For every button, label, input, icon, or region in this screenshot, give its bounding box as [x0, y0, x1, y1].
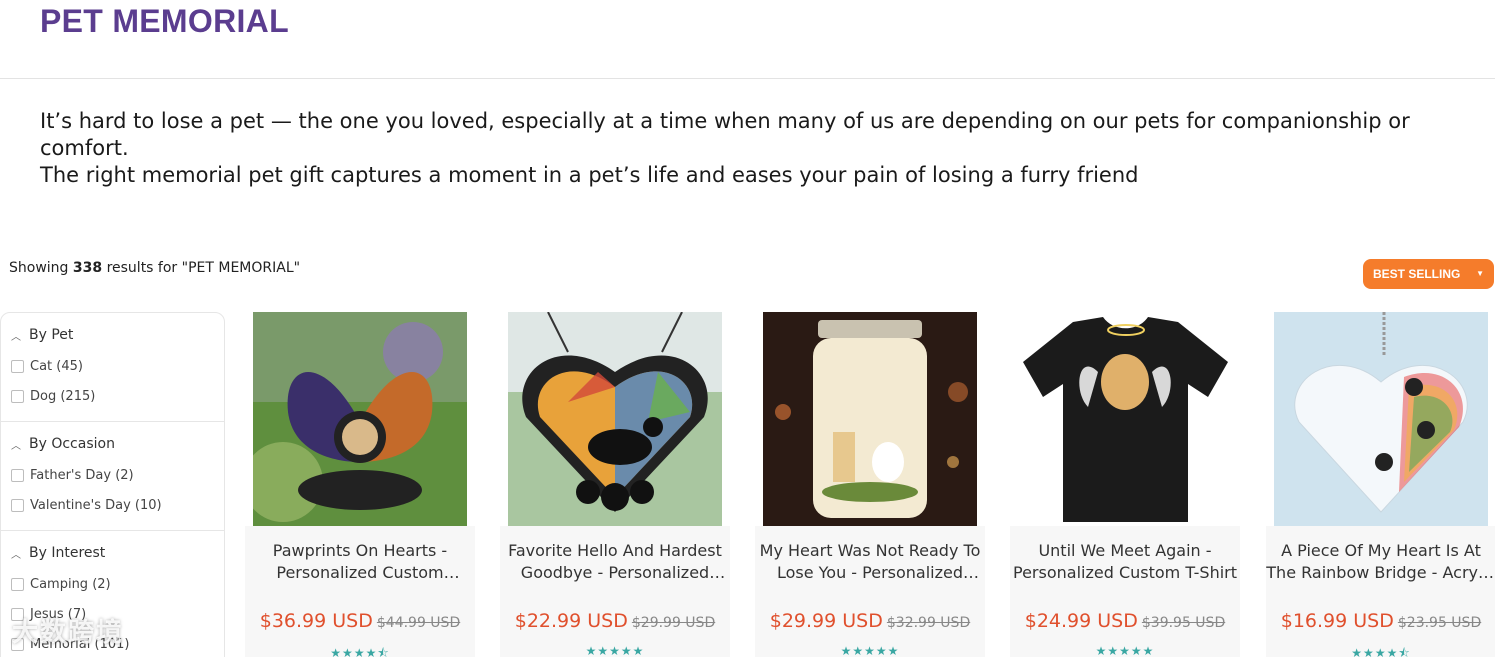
product-image[interactable]	[1274, 312, 1488, 526]
compare-price: $23.95 USD	[1397, 615, 1482, 631]
sale-price: $24.99 USD	[1024, 610, 1138, 632]
product-prices: $24.99 USD $39.95 USD	[1010, 610, 1240, 632]
product-card[interactable]: My Heart Was Not Ready To Lose You - Per…	[755, 312, 985, 657]
product-info: Favorite Hello And Hardest Goodbye - Per…	[500, 526, 730, 657]
page-title: PET MEMORIAL	[40, 3, 289, 39]
option-label: Camping (2)	[30, 576, 111, 592]
facet-header[interactable]: ︿ By Interest	[1, 545, 224, 561]
facet-header[interactable]: ︿ By Occasion	[1, 436, 224, 452]
facet-header[interactable]: ︿ By Pet	[1, 327, 224, 343]
product-info: A Piece Of My Heart Is At The Rainbow Br…	[1266, 526, 1495, 657]
chevron-up-icon: ︿	[11, 331, 21, 343]
header-divider	[0, 78, 1495, 79]
sort-label: BEST SELLING	[1373, 267, 1461, 281]
facet-by-occasion: ︿ By Occasion Father's Day (2) Valentine…	[1, 422, 224, 531]
product-info: Until We Meet Again - Personalized Custo…	[1010, 526, 1240, 657]
product-image[interactable]	[1018, 312, 1232, 526]
product-title[interactable]: A Piece Of My Heart Is At The Rainbow Br…	[1266, 540, 1495, 584]
product-title[interactable]: Favorite Hello And Hardest Goodbye - Per…	[500, 540, 730, 584]
checkbox[interactable]	[11, 389, 24, 403]
option-label: Dog (215)	[30, 388, 96, 404]
product-prices: $22.99 USD $29.99 USD	[500, 610, 730, 632]
filter-option-dog[interactable]: Dog (215)	[1, 381, 224, 411]
filter-option-camping[interactable]: Camping (2)	[1, 569, 224, 599]
checkbox[interactable]	[11, 577, 24, 591]
sale-price: $22.99 USD	[514, 610, 628, 632]
product-info: Pawprints On Hearts - Personalized Custo…	[245, 526, 475, 657]
intro-line-2: The right memorial pet gift captures a m…	[40, 163, 1139, 187]
facet-label: By Interest	[29, 545, 106, 561]
product-prices: $16.99 USD $23.95 USD	[1266, 610, 1495, 632]
star-rating: ★★★★★	[840, 644, 900, 657]
star-rating: ★★★★★	[1095, 644, 1155, 657]
option-label: Valentine's Day (10)	[30, 497, 162, 513]
chevron-up-icon: ︿	[11, 440, 21, 452]
checkbox[interactable]	[11, 498, 24, 512]
product-title[interactable]: Pawprints On Hearts - Personalized Custo…	[245, 540, 475, 584]
product-title[interactable]: My Heart Was Not Ready To Lose You - Per…	[755, 540, 985, 584]
results-number: 338	[72, 260, 103, 276]
chevron-up-icon: ︿	[11, 549, 21, 561]
product-image[interactable]	[253, 312, 467, 526]
intro-line-1: It’s hard to lose a pet — the one you lo…	[40, 109, 1410, 160]
sale-price: $16.99 USD	[1280, 610, 1394, 632]
product-card[interactable]: A Piece Of My Heart Is At The Rainbow Br…	[1266, 312, 1495, 657]
facet-by-pet: ︿ By Pet Cat (45) Dog (215)	[1, 313, 224, 422]
product-image[interactable]	[763, 312, 977, 526]
filter-option-cat[interactable]: Cat (45)	[1, 351, 224, 381]
product-card[interactable]: Until We Meet Again - Personalized Custo…	[1010, 312, 1240, 657]
product-card[interactable]: Pawprints On Hearts - Personalized Custo…	[245, 312, 475, 657]
filter-sidebar: ︿ By Pet Cat (45) Dog (215) ︿ By Occasio…	[0, 312, 225, 657]
compare-price: $39.95 USD	[1141, 615, 1226, 631]
facet-label: By Occasion	[29, 436, 115, 452]
results-suffix: results for "PET MEMORIAL"	[106, 260, 301, 276]
product-info: My Heart Was Not Ready To Lose You - Per…	[755, 526, 985, 657]
facet-label: By Pet	[29, 327, 74, 343]
product-prices: $36.99 USD $44.99 USD	[245, 610, 475, 632]
product-title[interactable]: Until We Meet Again - Personalized Custo…	[1010, 540, 1240, 584]
star-rating: ★★★★⯪	[1351, 646, 1411, 657]
results-count: Showing 338 results for "PET MEMORIAL"	[9, 260, 300, 276]
product-prices: $29.99 USD $32.99 USD	[755, 610, 985, 632]
sale-price: $36.99 USD	[259, 610, 373, 632]
sort-dropdown[interactable]: BEST SELLING ▼	[1363, 259, 1494, 289]
intro-text: It’s hard to lose a pet — the one you lo…	[40, 108, 1470, 189]
compare-price: $32.99 USD	[886, 615, 971, 631]
filter-option-fathers-day[interactable]: Father's Day (2)	[1, 460, 224, 490]
checkbox[interactable]	[11, 359, 24, 373]
product-card[interactable]: Favorite Hello And Hardest Goodbye - Per…	[500, 312, 730, 657]
chevron-down-icon: ▼	[1476, 269, 1484, 278]
star-rating: ★★★★★	[585, 644, 645, 657]
watermark-logo: 大数跨境	[12, 618, 125, 648]
compare-price: $44.99 USD	[376, 615, 461, 631]
option-label: Father's Day (2)	[30, 467, 134, 483]
option-label: Cat (45)	[30, 358, 83, 374]
sale-price: $29.99 USD	[769, 610, 883, 632]
product-image[interactable]	[508, 312, 722, 526]
filter-option-valentines-day[interactable]: Valentine's Day (10)	[1, 490, 224, 520]
checkbox[interactable]	[11, 468, 24, 482]
compare-price: $29.99 USD	[631, 615, 716, 631]
results-prefix: Showing	[9, 260, 69, 276]
star-rating: ★★★★⯪	[330, 646, 390, 657]
